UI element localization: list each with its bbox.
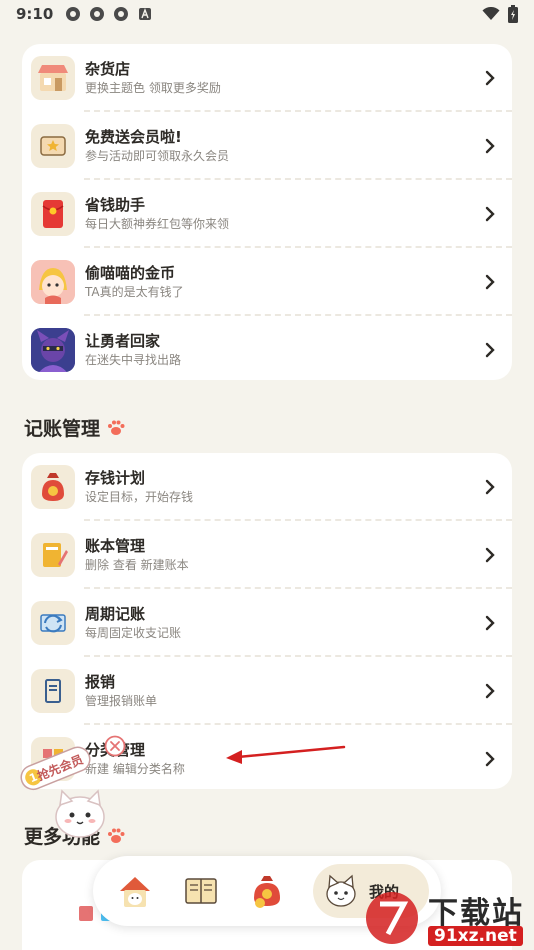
vip-promo-sticker[interactable]: 1 抢先会员 [14, 735, 114, 845]
list-item-shop[interactable]: 杂货店 更换主题色 领取更多奖励 [22, 44, 512, 112]
red-envelope-icon [31, 192, 75, 236]
feature-icon[interactable] [78, 904, 94, 922]
list-item-reimburse[interactable]: 报销 管理报销账单 [22, 657, 512, 725]
watermark: 下载站 91xz.net [362, 886, 534, 950]
chevron-right-icon [485, 615, 495, 631]
item-title: 报销 [85, 673, 116, 691]
cycle-icon [31, 601, 75, 645]
cat-mascot-icon: 1 [20, 746, 105, 838]
status-time: 9:10 [16, 5, 54, 23]
home-icon [120, 877, 150, 907]
app-notification-icon [114, 7, 129, 21]
features-card: 杂货店 更换主题色 领取更多奖励 免费送会员啦! 参与活动即可领取永久会员 省钱… [22, 44, 512, 380]
close-sticker-icon[interactable] [104, 735, 126, 757]
item-subtitle: TA真的是太有钱了 [85, 285, 184, 299]
item-subtitle: 每日大额神券红包等你来领 [85, 217, 230, 231]
hero-game-icon [31, 328, 75, 372]
wifi-icon [482, 7, 500, 20]
item-title: 让勇者回家 [85, 332, 161, 350]
book-icon [185, 878, 217, 904]
ticket-icon [31, 124, 75, 168]
money-bag-icon [254, 876, 280, 908]
chevron-right-icon [485, 138, 495, 154]
chevron-right-icon [485, 342, 495, 358]
chevron-right-icon [485, 547, 495, 563]
chevron-right-icon [485, 274, 495, 290]
status-bar: 9:10 [0, 0, 534, 28]
chevron-right-icon [485, 751, 495, 767]
ledger-icon [31, 533, 75, 577]
chevron-right-icon [485, 70, 495, 86]
cat-avatar-icon [326, 874, 356, 907]
nav-wealth[interactable] [245, 869, 289, 913]
cat-game-icon [31, 260, 75, 304]
item-subtitle: 在迷失中寻找出路 [85, 353, 182, 367]
item-subtitle: 更换主题色 领取更多奖励 [85, 81, 221, 95]
item-title: 偷喵喵的金币 [85, 264, 176, 282]
list-item-savings-helper[interactable]: 省钱助手 每日大额神券红包等你来领 [22, 180, 512, 248]
list-item-ledger-manage[interactable]: 账本管理 删除 查看 新建账本 [22, 521, 512, 589]
list-item-recurring[interactable]: 周期记账 每周固定收支记账 [22, 589, 512, 657]
annotation-arrow-icon [226, 745, 346, 764]
section-title-text: 记账管理 [24, 418, 101, 440]
nav-ledger[interactable] [179, 869, 223, 913]
paw-icon [108, 420, 125, 435]
money-bag-icon [31, 465, 75, 509]
chevron-right-icon [485, 683, 495, 699]
nav-home[interactable] [113, 869, 157, 913]
item-title: 周期记账 [85, 605, 146, 623]
item-title: 杂货店 [85, 60, 131, 78]
font-notification-icon [139, 8, 152, 20]
watermark-logo-icon [366, 892, 418, 944]
item-subtitle: 删除 查看 新建账本 [85, 558, 189, 572]
app-notification-icon [66, 7, 81, 21]
item-title: 存钱计划 [85, 469, 146, 487]
item-title: 免费送会员啦! [85, 128, 182, 146]
app-notification-icon [90, 7, 105, 21]
item-subtitle: 管理报销账单 [85, 694, 158, 708]
chevron-right-icon [485, 206, 495, 222]
reimburse-icon [31, 669, 75, 713]
section-title-bookkeeping: 记账管理 [24, 414, 126, 441]
watermark-url: 91xz.net [428, 926, 523, 946]
item-subtitle: 参与活动即可领取永久会员 [85, 149, 230, 163]
list-item-free-vip[interactable]: 免费送会员啦! 参与活动即可领取永久会员 [22, 112, 512, 180]
list-item-savings-plan[interactable]: 存钱计划 设定目标，开始存钱 [22, 453, 512, 521]
list-item-cat-coins[interactable]: 偷喵喵的金币 TA真的是太有钱了 [22, 248, 512, 316]
item-title: 省钱助手 [85, 196, 146, 214]
battery-icon [508, 5, 518, 23]
item-subtitle: 设定目标，开始存钱 [85, 490, 194, 504]
list-item-hero-home[interactable]: 让勇者回家 在迷失中寻找出路 [22, 316, 512, 384]
chevron-right-icon [485, 479, 495, 495]
item-title: 账本管理 [85, 537, 146, 555]
item-subtitle: 每周固定收支记账 [85, 626, 182, 640]
shop-icon [31, 56, 75, 100]
